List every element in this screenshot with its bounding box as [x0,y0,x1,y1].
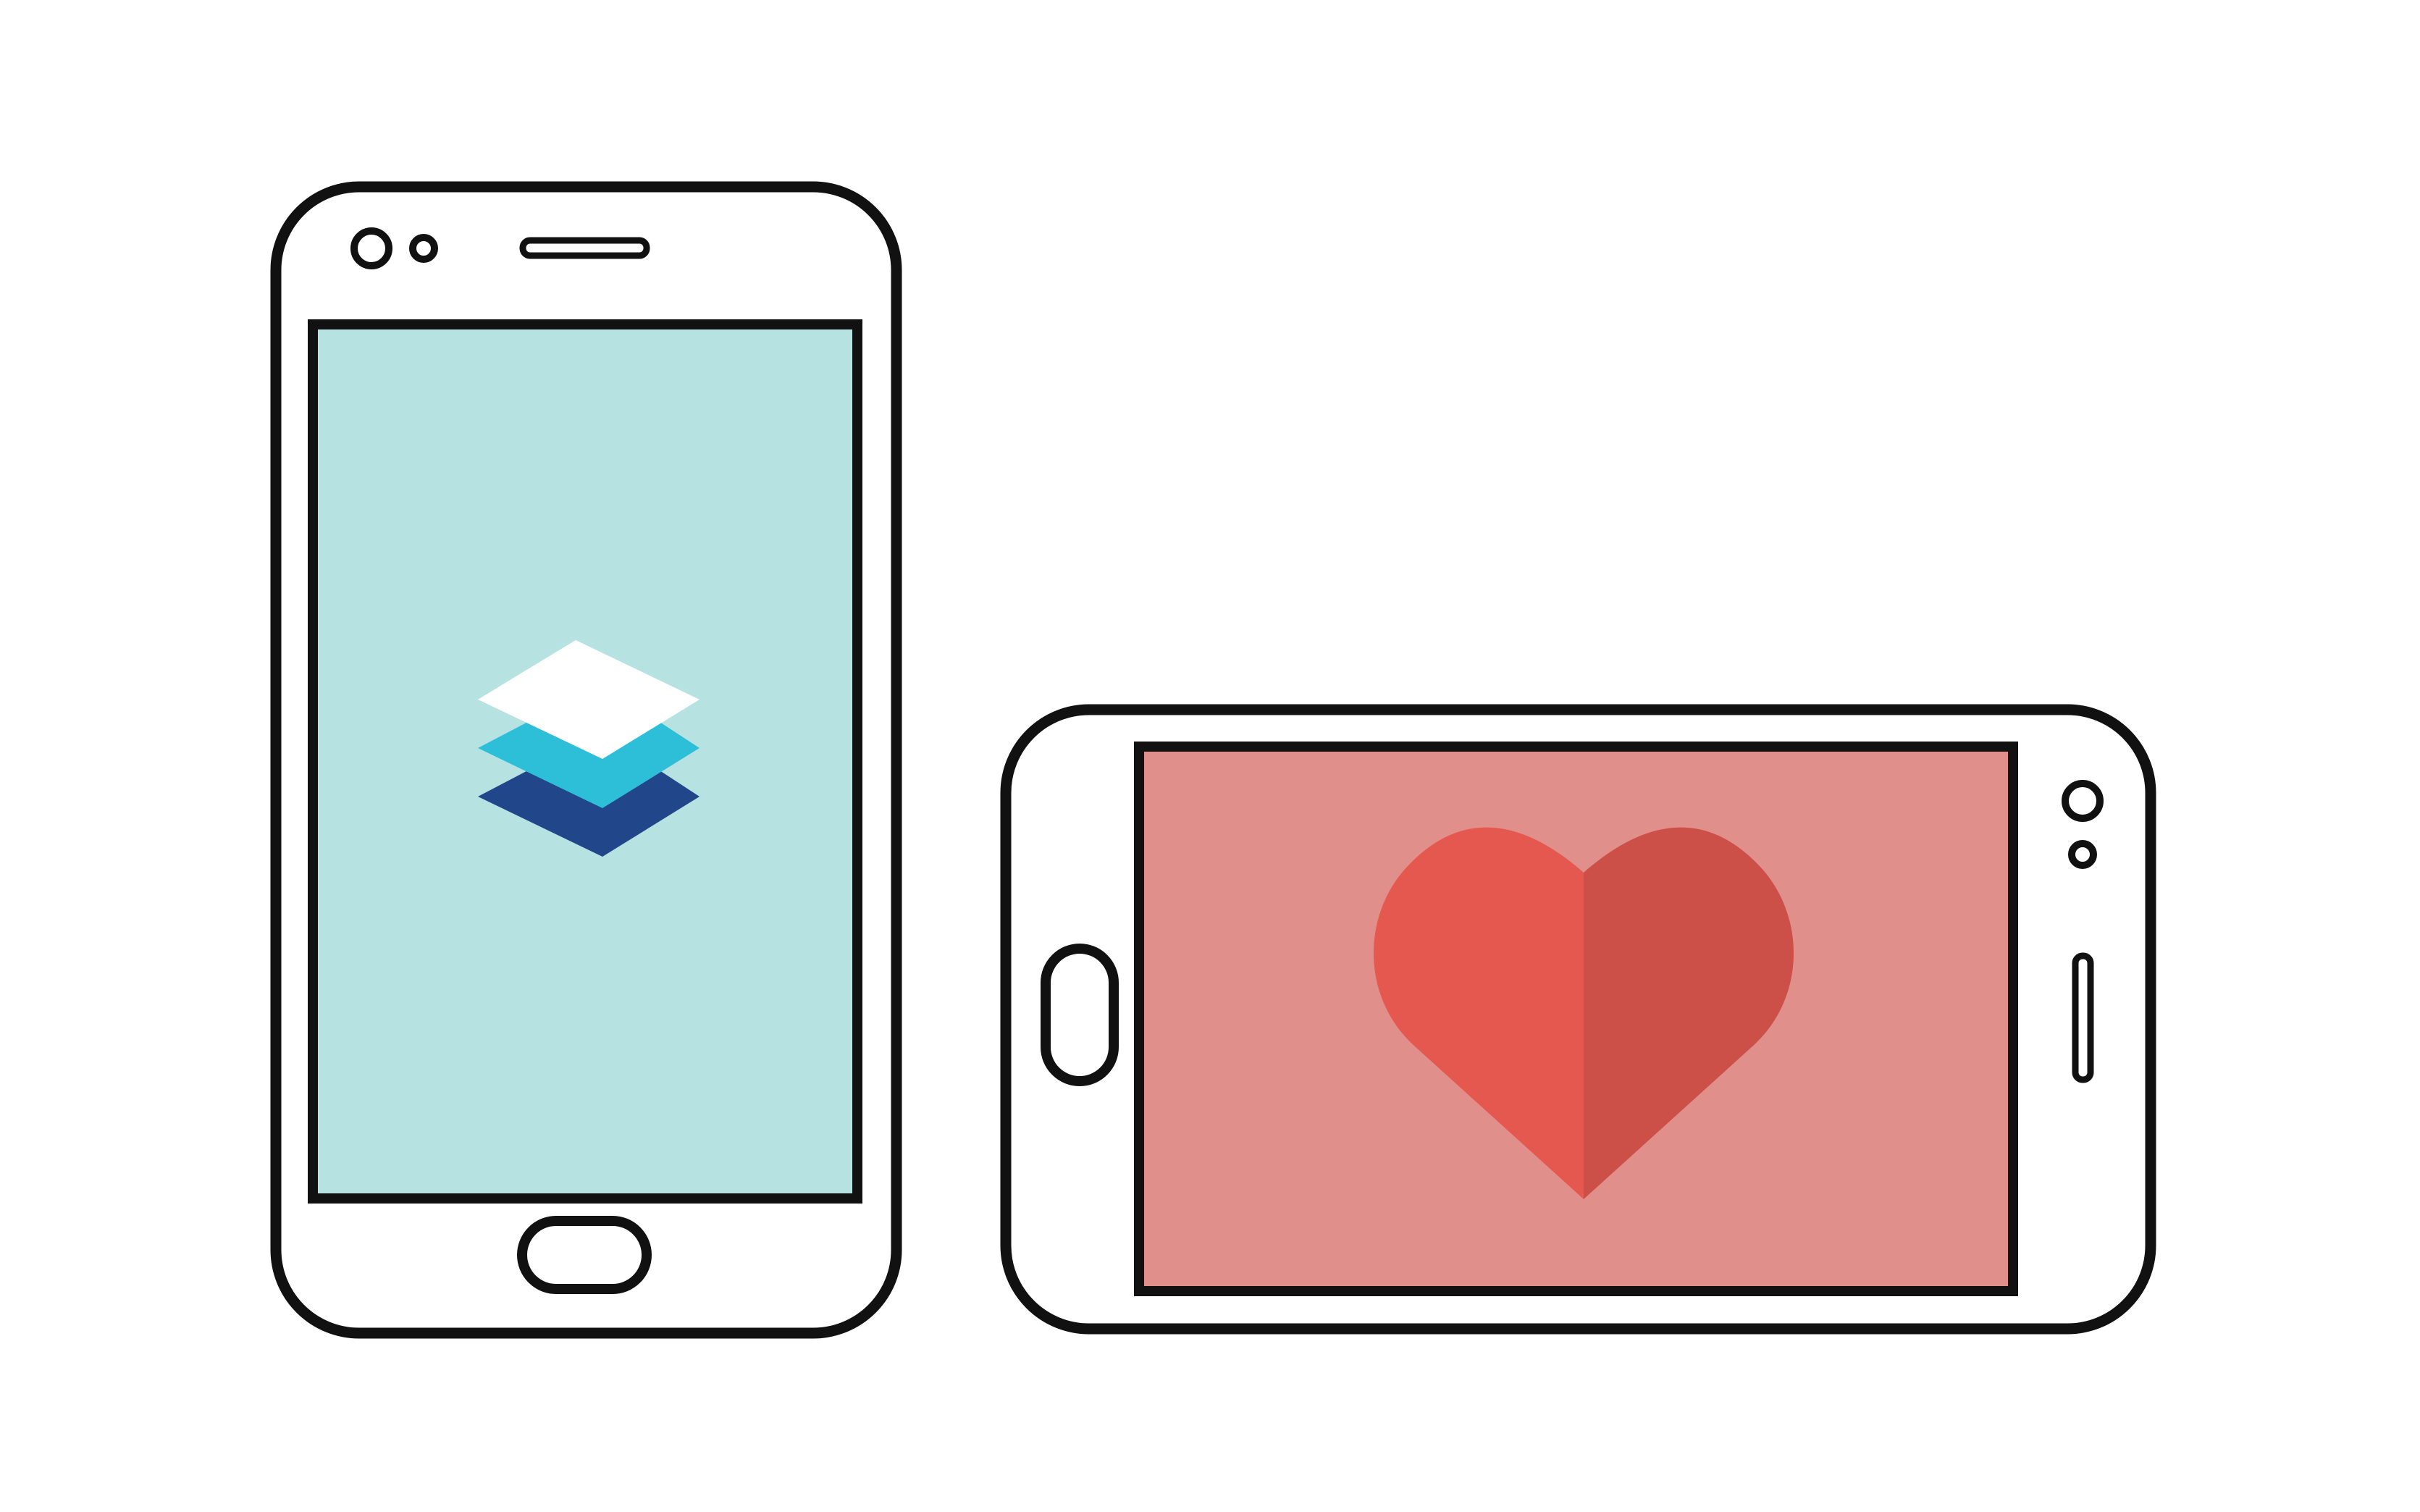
landscape-home-button[interactable] [1041,944,1119,1086]
landscape-sensor-icon [2068,840,2097,869]
sensor-icon [409,234,438,263]
landscape-phone [1000,704,2156,1335]
front-camera-icon [350,227,392,269]
scene [0,0,2420,1512]
portrait-home-button[interactable] [517,1216,652,1294]
earpiece-speaker [519,237,650,259]
landscape-earpiece-speaker [2072,952,2094,1083]
landscape-front-camera-icon [2062,780,2104,822]
portrait-phone [270,181,902,1339]
